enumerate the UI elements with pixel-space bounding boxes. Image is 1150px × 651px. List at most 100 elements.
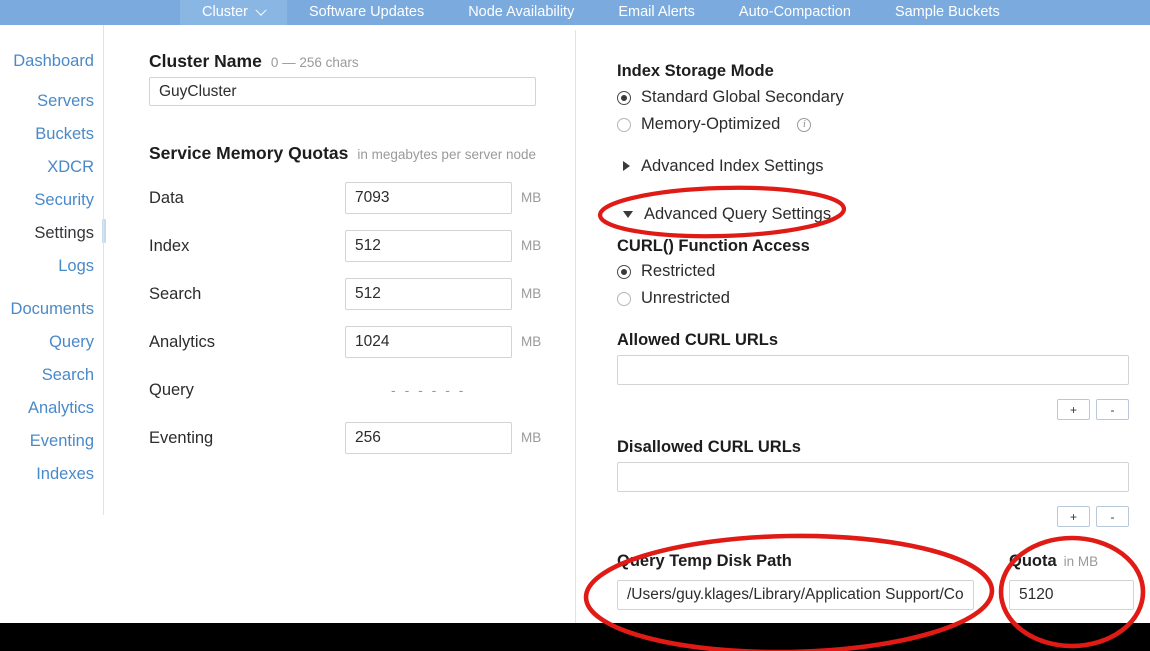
- radio-standard-global-secondary-label: Standard Global Secondary: [641, 89, 844, 106]
- service-memory-quotas-title: Service Memory Quotas: [149, 145, 348, 163]
- radio-unrestricted[interactable]: Unrestricted: [617, 286, 730, 311]
- disclosure-advanced-index-settings[interactable]: Advanced Index Settings: [623, 153, 824, 179]
- radio-restricted-label: Restricted: [641, 263, 715, 280]
- query-temp-disk-path-input[interactable]: [617, 580, 974, 610]
- tab-email-alerts[interactable]: Email Alerts: [596, 0, 717, 25]
- quota-label-index: Index: [149, 238, 345, 255]
- query-temp-quota-note: in MB: [1064, 555, 1099, 569]
- radio-memory-optimized-icon: [617, 118, 631, 132]
- quota-row-data: Data MB: [149, 182, 569, 214]
- allowed-curl-urls-add-button[interactable]: +: [1057, 399, 1090, 420]
- disallowed-curl-urls-add-button[interactable]: +: [1057, 506, 1090, 527]
- bottom-black-bar: [0, 623, 1150, 651]
- cluster-name-input[interactable]: [149, 77, 536, 106]
- sidebar-item-logs-label: Logs: [58, 257, 94, 275]
- quota-input-index[interactable]: [345, 230, 512, 262]
- cluster-name-note: 0 — 256 chars: [271, 56, 359, 70]
- triangle-right-icon: [623, 161, 630, 171]
- radio-memory-optimized[interactable]: Memory-Optimized i: [617, 112, 811, 137]
- radio-unrestricted-label: Unrestricted: [641, 290, 730, 307]
- sidebar-item-settings[interactable]: Settings: [34, 225, 104, 245]
- radio-unrestricted-icon: [617, 292, 631, 306]
- sidebar-item-settings-label: Settings: [34, 224, 94, 242]
- sidebar-item-servers-label: Servers: [37, 92, 94, 110]
- sidebar-item-security-label: Security: [34, 191, 94, 209]
- quota-unit-index: MB: [521, 239, 541, 253]
- quota-row-search: Search MB: [149, 278, 569, 310]
- radio-standard-global-secondary[interactable]: Standard Global Secondary: [617, 85, 844, 110]
- quota-label-analytics: Analytics: [149, 334, 345, 351]
- radio-restricted-icon: [617, 265, 631, 279]
- sidebar-item-indexes-label: Indexes: [36, 465, 94, 483]
- sidebar-item-indexes[interactable]: Indexes: [36, 466, 104, 486]
- sidebar-item-search[interactable]: Search: [42, 367, 104, 387]
- top-navigation-bar: Cluster Software Updates Node Availabili…: [0, 0, 1150, 25]
- sidebar-item-documents[interactable]: Documents: [11, 301, 104, 321]
- disclosure-advanced-index-settings-label: Advanced Index Settings: [641, 158, 824, 175]
- tab-node-availability[interactable]: Node Availability: [446, 0, 596, 25]
- settings-page: Cluster Software Updates Node Availabili…: [0, 0, 1150, 651]
- cluster-name-title: Cluster Name: [149, 53, 262, 71]
- cluster-name-header: Cluster Name 0 — 256 chars: [149, 53, 359, 71]
- sidebar-item-buckets-label: Buckets: [35, 125, 94, 143]
- tab-sample-buckets[interactable]: Sample Buckets: [873, 0, 1022, 25]
- sidebar-item-query[interactable]: Query: [49, 334, 104, 354]
- disallowed-curl-urls-title: Disallowed CURL URLs: [617, 439, 801, 456]
- quota-row-index: Index MB: [149, 230, 569, 262]
- allowed-curl-urls-input[interactable]: [617, 355, 1129, 385]
- quota-input-eventing[interactable]: [345, 422, 512, 454]
- quota-label-data: Data: [149, 190, 345, 207]
- disallowed-curl-urls-remove-button[interactable]: -: [1096, 506, 1129, 527]
- quota-label-query: Query: [149, 382, 345, 399]
- sidebar-item-servers[interactable]: Servers: [37, 93, 104, 113]
- tab-cluster[interactable]: Cluster: [180, 0, 287, 25]
- quota-row-eventing: Eventing MB: [149, 422, 569, 454]
- disclosure-advanced-query-settings[interactable]: Advanced Query Settings: [623, 201, 831, 227]
- settings-content: Cluster Name 0 — 256 chars Service Memor…: [104, 25, 1150, 623]
- quota-input-data[interactable]: [345, 182, 512, 214]
- radio-restricted[interactable]: Restricted: [617, 259, 715, 284]
- sidebar-item-security[interactable]: Security: [34, 192, 104, 212]
- tab-auto-compaction-label: Auto-Compaction: [739, 5, 851, 20]
- tab-email-alerts-label: Email Alerts: [618, 5, 695, 20]
- chevron-down-icon: [255, 4, 266, 15]
- quota-input-analytics[interactable]: [345, 326, 512, 358]
- radio-memory-optimized-label: Memory-Optimized: [641, 116, 780, 133]
- sidebar-item-eventing[interactable]: Eventing: [30, 433, 104, 453]
- sidebar-item-xdcr[interactable]: XDCR: [47, 159, 104, 179]
- query-temp-quota-group: Quota in MB: [1009, 553, 1134, 610]
- disallowed-curl-urls-buttons: + -: [617, 506, 1129, 527]
- tab-auto-compaction[interactable]: Auto-Compaction: [717, 0, 873, 25]
- disclosure-advanced-query-settings-label: Advanced Query Settings: [644, 206, 831, 223]
- allowed-curl-urls-title: Allowed CURL URLs: [617, 332, 778, 349]
- quota-value-query-placeholder: - - - - - -: [345, 383, 512, 397]
- topnav-left-spacer: [0, 0, 180, 25]
- sidebar-item-logs[interactable]: Logs: [58, 258, 104, 278]
- quota-label-eventing: Eventing: [149, 430, 345, 447]
- sidebar: Dashboard Servers Buckets XDCR Security …: [0, 25, 104, 623]
- info-icon[interactable]: i: [797, 118, 811, 132]
- sidebar-item-eventing-label: Eventing: [30, 432, 94, 450]
- quota-unit-eventing: MB: [521, 431, 541, 445]
- tab-cluster-label: Cluster: [202, 5, 248, 20]
- tab-software-updates-label: Software Updates: [309, 5, 424, 20]
- sidebar-item-analytics-label: Analytics: [28, 399, 94, 417]
- sidebar-item-dashboard[interactable]: Dashboard: [13, 53, 104, 73]
- query-temp-quota-input[interactable]: [1009, 580, 1134, 610]
- sidebar-item-query-label: Query: [49, 333, 94, 351]
- sidebar-item-analytics[interactable]: Analytics: [28, 400, 104, 420]
- sidebar-item-buckets[interactable]: Buckets: [35, 126, 104, 146]
- sidebar-item-xdcr-label: XDCR: [47, 158, 94, 176]
- quota-label-search: Search: [149, 286, 345, 303]
- allowed-curl-urls-remove-button[interactable]: -: [1096, 399, 1129, 420]
- service-memory-quotas-note: in megabytes per server node: [357, 148, 536, 162]
- disallowed-curl-urls-input[interactable]: [617, 462, 1129, 492]
- sidebar-item-dashboard-label: Dashboard: [13, 52, 94, 70]
- service-memory-quotas-header: Service Memory Quotas in megabytes per s…: [149, 145, 536, 163]
- quota-input-search[interactable]: [345, 278, 512, 310]
- tab-software-updates[interactable]: Software Updates: [287, 0, 446, 25]
- query-temp-disk-path-title: Query Temp Disk Path: [617, 553, 974, 570]
- quota-unit-data: MB: [521, 191, 541, 205]
- query-temp-quota-title: Quota: [1009, 553, 1057, 570]
- allowed-curl-urls-buttons: + -: [617, 399, 1129, 420]
